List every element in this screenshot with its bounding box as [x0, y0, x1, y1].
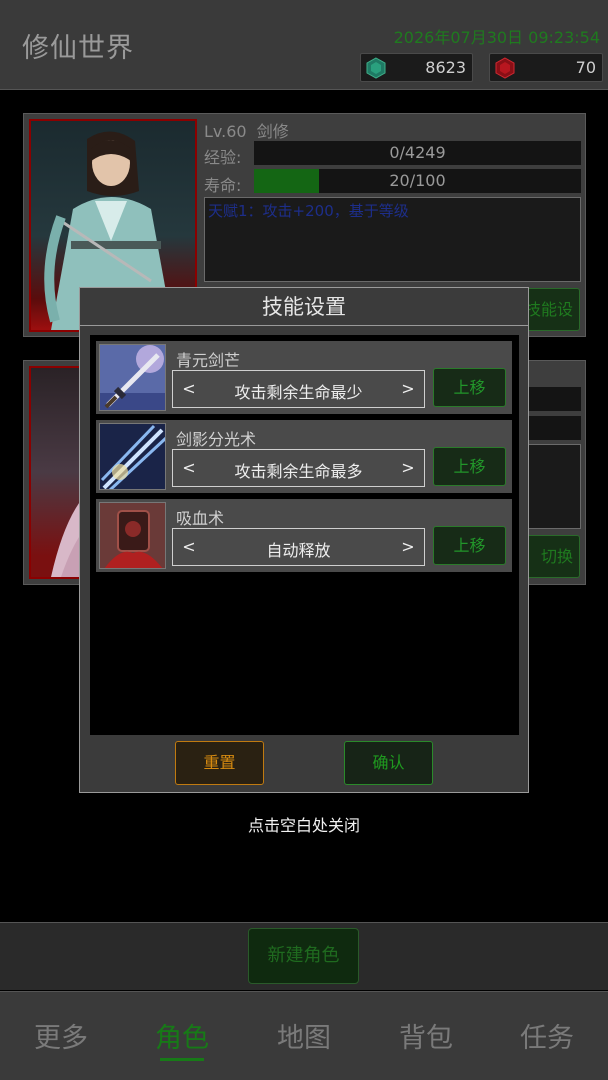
- red-gem-icon: [495, 57, 515, 79]
- exp-value: 0/4249: [389, 143, 446, 162]
- date-time: 2026年07月30日 09:23:54: [393, 28, 600, 47]
- red-gem-counter: 70: [489, 53, 603, 82]
- bottom-tab-bar: 更多 角色 地图 背包 任务: [0, 991, 608, 1080]
- target-option-value: 攻击剩余生命最少: [234, 383, 363, 402]
- prev-option-arrow-icon[interactable]: <: [179, 379, 199, 398]
- move-up-button[interactable]: 上移: [433, 526, 506, 565]
- confirm-button[interactable]: 确认: [344, 741, 433, 785]
- target-option-value: 自动释放: [266, 541, 331, 560]
- next-option-arrow-icon[interactable]: >: [398, 458, 418, 477]
- dialog-title: 技能设置: [80, 288, 528, 326]
- sword-light-skill-icon: [99, 344, 166, 411]
- class-text: 剑修: [256, 122, 289, 141]
- target-selector: < 攻击剩余生命最少 >: [172, 370, 425, 408]
- tab-map[interactable]: 地图: [264, 1016, 344, 1055]
- target-selector: < 攻击剩余生命最多 >: [172, 449, 425, 487]
- skill-settings-button[interactable]: 技能设置: [522, 288, 580, 331]
- skill-row: 剑影分光术 < 攻击剩余生命最多 > 上移: [96, 420, 512, 493]
- switch-button[interactable]: 切换: [522, 535, 580, 578]
- prev-option-arrow-icon[interactable]: <: [179, 537, 199, 556]
- skill-name: 剑影分光术: [176, 430, 257, 449]
- close-hint[interactable]: 点击空白处关闭: [0, 812, 608, 836]
- life-value: 20/100: [389, 171, 446, 190]
- prev-option-arrow-icon[interactable]: <: [179, 458, 199, 477]
- red-currency-value: 70: [575, 58, 596, 77]
- move-up-button[interactable]: 上移: [433, 447, 506, 486]
- exp-label: 经验:: [204, 148, 242, 167]
- top-bar: 修仙世界 2026年07月30日 09:23:54 8623 70: [0, 0, 608, 90]
- exp-bar: 0/4249: [254, 141, 581, 165]
- skill-settings-dialog: 技能设置 青元剑芒 < 攻击剩余生命最少 > 上移 剑影分光术 < 攻击剩余生命…: [79, 287, 529, 793]
- character-level-class: Lv.60 剑修: [204, 118, 289, 142]
- tab-quests[interactable]: 任务: [507, 1016, 587, 1055]
- target-selector: < 自动释放 >: [172, 528, 425, 566]
- reset-button[interactable]: 重置: [175, 741, 264, 785]
- talent-box: [522, 444, 581, 529]
- target-option-value: 攻击剩余生命最多: [234, 462, 363, 481]
- create-character-button[interactable]: 新建角色: [248, 928, 359, 984]
- tab-more[interactable]: 更多: [21, 1016, 101, 1055]
- life-label: 寿命:: [204, 176, 242, 195]
- talent-box: 天赋1：攻击+200，基于等级: [204, 197, 581, 282]
- tab-bag[interactable]: 背包: [386, 1016, 466, 1055]
- next-option-arrow-icon[interactable]: >: [398, 379, 418, 398]
- green-gem-icon: [366, 57, 386, 79]
- skill-row: 吸血术 < 自动释放 > 上移: [96, 499, 512, 572]
- sword-shadow-skill-icon: [99, 423, 166, 490]
- app-title: 修仙世界: [22, 33, 134, 64]
- life-bar: 20/100: [254, 169, 581, 193]
- tab-character[interactable]: 角色: [142, 1016, 222, 1061]
- blood-drain-skill-icon: [99, 502, 166, 569]
- skill-row: 青元剑芒 < 攻击剩余生命最少 > 上移: [96, 341, 512, 414]
- skill-name: 青元剑芒: [176, 351, 241, 370]
- stat-bar: [522, 416, 581, 440]
- next-option-arrow-icon[interactable]: >: [398, 537, 418, 556]
- skill-list: 青元剑芒 < 攻击剩余生命最少 > 上移 剑影分光术 < 攻击剩余生命最多 > …: [90, 335, 519, 735]
- spirit-stone-counter: 8623: [360, 53, 473, 82]
- move-up-button[interactable]: 上移: [433, 368, 506, 407]
- stat-bar: [522, 387, 581, 411]
- skill-name: 吸血术: [176, 509, 225, 528]
- green-currency-value: 8623: [425, 58, 466, 77]
- level-text: Lv.60: [204, 122, 247, 141]
